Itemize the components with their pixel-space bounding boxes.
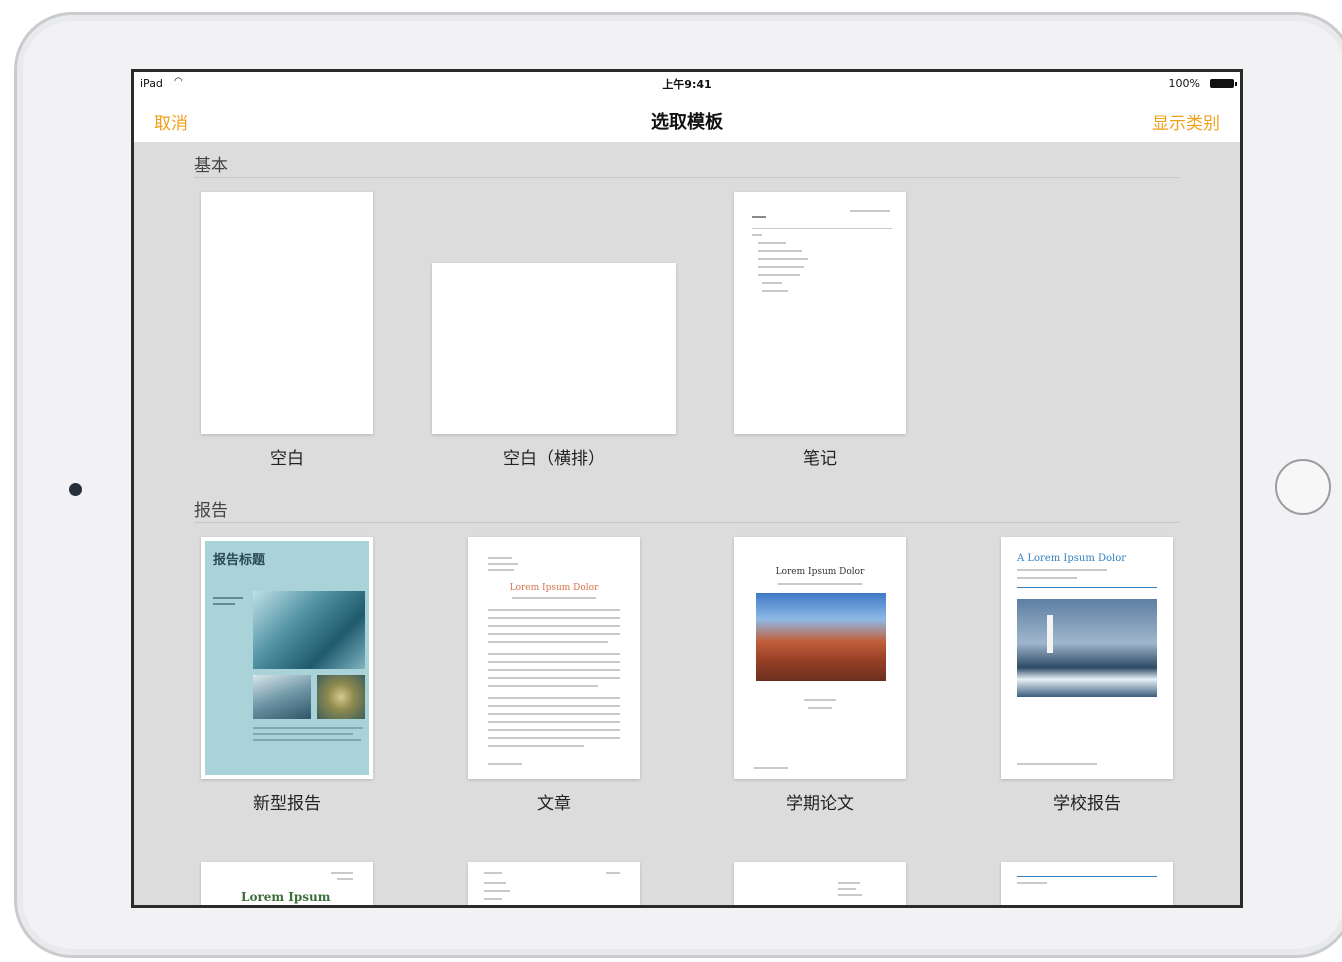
section-header-basic: 基本: [194, 145, 1180, 178]
template-row3-4[interactable]: [1001, 862, 1173, 905]
front-camera: [69, 483, 82, 496]
template-label-school-report: 学校报告: [1053, 794, 1121, 814]
template-blank[interactable]: [201, 192, 373, 434]
architecture-photo-small-2: [317, 675, 365, 719]
show-categories-button[interactable]: 显示类别: [1152, 109, 1220, 134]
template-term-paper[interactable]: Lorem Ipsum Dolor: [734, 537, 906, 779]
template-label-essay: 文章: [537, 794, 571, 814]
template-school-report[interactable]: A Lorem Ipsum Dolor: [1001, 537, 1173, 779]
template-label-new-report: 新型报告: [253, 794, 321, 814]
template-essay[interactable]: Lorem Ipsum Dolor: [468, 537, 640, 779]
battery-percent: 100%: [1168, 77, 1200, 90]
new-report-heading: 报告标题: [213, 553, 266, 568]
template-label-blank: 空白: [270, 449, 304, 469]
status-bar: iPad ◠ 上午9:41 100%: [134, 72, 1240, 94]
row3-first-title: Lorem Ipsum: [241, 890, 331, 904]
template-label-term-paper: 学期论文: [786, 794, 854, 814]
page-title: 选取模板: [651, 112, 723, 133]
school-report-title: A Lorem Ipsum Dolor: [1017, 553, 1127, 564]
status-time: 上午9:41: [662, 78, 712, 91]
template-note[interactable]: [734, 192, 906, 434]
canyon-photo: [756, 593, 886, 681]
template-new-report[interactable]: 报告标题: [201, 537, 373, 779]
essay-title: Lorem Ipsum Dolor: [509, 583, 599, 593]
section-header-report: 报告: [194, 490, 1180, 523]
battery-icon: [1210, 79, 1237, 88]
template-blank-landscape[interactable]: [432, 263, 676, 434]
home-button[interactable]: [1275, 459, 1331, 515]
navigation-bar: iPad ◠ 上午9:41 100% 取消 选取模板 显示类别: [134, 72, 1240, 142]
template-row3-3[interactable]: [734, 862, 906, 905]
template-row3-1[interactable]: Lorem Ipsum: [201, 862, 373, 905]
template-label-note: 笔记: [803, 449, 837, 469]
section-title-report: 报告: [194, 501, 228, 521]
section-title-basic: 基本: [194, 156, 228, 176]
ipad-screen: iPad ◠ 上午9:41 100% 取消 选取模板 显示类别 基本 空白 空白…: [131, 69, 1243, 908]
term-paper-title: Lorem Ipsum Dolor: [775, 567, 865, 577]
template-row3-2[interactable]: [468, 862, 640, 905]
architecture-photo-large: [253, 591, 365, 669]
architecture-photo-small-1: [253, 675, 311, 719]
lighthouse-photo: [1017, 599, 1157, 697]
template-label-blank-landscape: 空白（横排）: [503, 449, 605, 469]
